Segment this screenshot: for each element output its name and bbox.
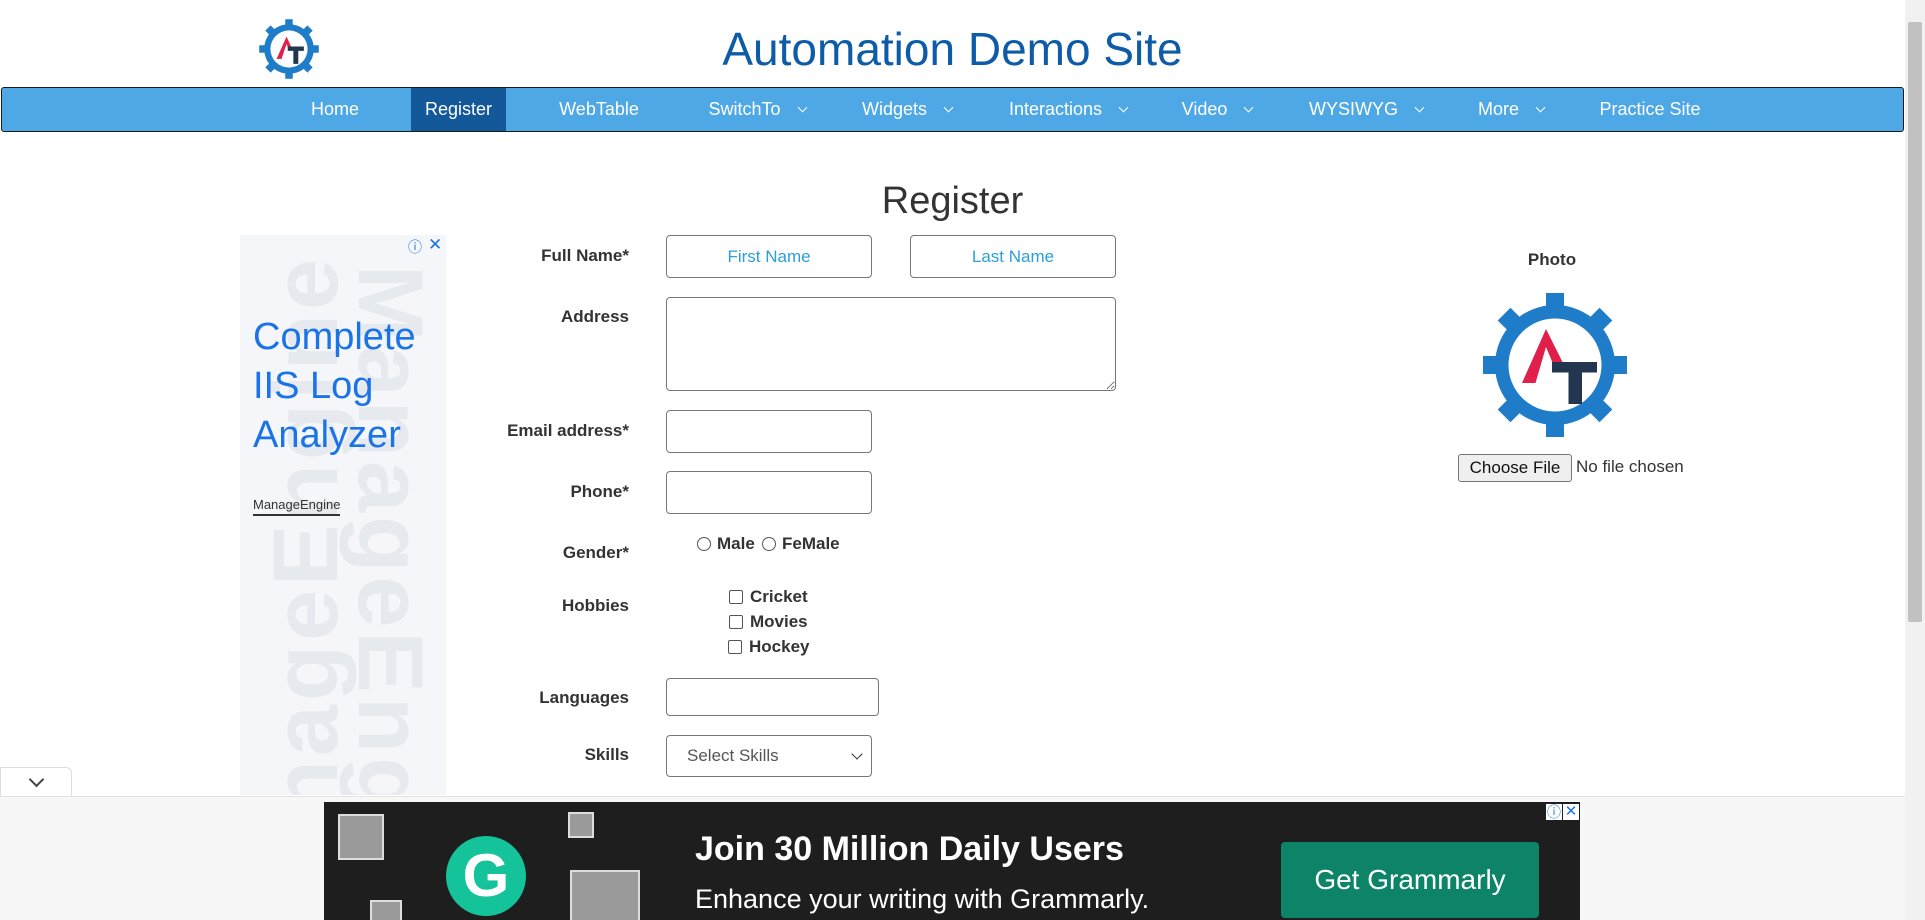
phone-input[interactable] [666, 471, 872, 514]
nav-video-label: Video [1181, 99, 1228, 119]
side-ad[interactable]: ManageEngine ManageEngine Complete IIS L… [240, 235, 446, 795]
avatar-image [570, 870, 640, 920]
ad-close-icon[interactable]: ✕ [428, 235, 442, 255]
banner-subtext: Enhance your writing with Grammarly. [695, 884, 1150, 914]
nav-switchto-label: SwitchTo [708, 99, 781, 119]
nav-webtable-label: WebTable [559, 99, 639, 119]
ad-brand[interactable]: ManageEngine [253, 497, 341, 516]
avatar-image [568, 812, 594, 838]
skills-label: Skills [584, 745, 629, 764]
nav-webtable[interactable]: WebTable [550, 88, 648, 131]
nav-more[interactable]: More [1472, 88, 1550, 131]
first-name-input[interactable] [666, 235, 872, 278]
site-title: Automation Demo Site [722, 23, 1183, 75]
hobbies-label: Hobbies [561, 596, 629, 615]
nav-switchto[interactable]: SwitchTo [698, 88, 816, 131]
languages-multiselect[interactable] [666, 678, 879, 716]
full-name-label: Full Name* [541, 246, 629, 265]
grammarly-banner-ad[interactable]: G Join 30 Million Daily Users Enhance yo… [324, 802, 1580, 920]
hobby-cricket-checkbox[interactable] [729, 590, 743, 604]
nav-practice-site[interactable]: Practice Site [1592, 88, 1708, 131]
avatar-image [338, 814, 384, 860]
nav-wysiwyg[interactable]: WYSIWYG [1302, 88, 1430, 131]
choose-file-button[interactable]: Choose File [1458, 454, 1572, 482]
banner-close-icon[interactable]: ✕ [1563, 804, 1579, 820]
languages-label: Languages [539, 688, 629, 707]
grammarly-logo: G [446, 836, 526, 916]
get-grammarly-button[interactable]: Get Grammarly [1281, 842, 1539, 918]
email-input[interactable] [666, 410, 872, 453]
nav-wysiwyg-label: WYSIWYG [1309, 99, 1398, 119]
hobby-movies-checkbox[interactable] [729, 615, 743, 629]
chevron-down-icon [1414, 102, 1425, 113]
skills-select-value: Select Skills [687, 746, 779, 765]
hobby-hockey-label: Hockey [749, 637, 810, 656]
address-label: Address [560, 307, 629, 326]
last-name-input[interactable] [910, 235, 1116, 278]
gender-label: Gender* [562, 543, 629, 562]
nav-interactions[interactable]: Interactions [1001, 88, 1135, 131]
main-nav: Home Register WebTable SwitchTo Widgets … [1, 87, 1904, 132]
nav-home-label: Home [310, 99, 359, 119]
page: Automation Demo Site Home Register WebTa… [0, 0, 1925, 920]
file-status: No file chosen [1576, 457, 1684, 476]
banner-headline: Join 30 Million Daily Users [695, 830, 1124, 868]
address-textarea[interactable] [666, 297, 1116, 391]
chevron-down-icon [1118, 102, 1129, 113]
avatar-image [370, 900, 402, 920]
gender-female-radio[interactable] [762, 537, 776, 551]
chevron-down-icon [797, 102, 807, 113]
skills-select[interactable]: Select Skills [666, 735, 872, 777]
chevron-down-icon [1535, 102, 1546, 113]
gender-male-radio[interactable] [697, 537, 711, 551]
chevron-down-icon [28, 771, 45, 788]
ad-info-icon[interactable]: ⓘ [408, 237, 422, 257]
hobby-movies-label: Movies [750, 612, 808, 631]
gender-female-label: FeMale [782, 534, 840, 553]
nav-video[interactable]: Video [1174, 88, 1260, 131]
chevron-down-icon [943, 102, 954, 113]
page-scrollbar[interactable] [1905, 0, 1925, 920]
ad-headline[interactable]: Complete IIS Log Analyzer [253, 313, 443, 460]
photo-preview [1483, 293, 1627, 437]
ad-collapse-tab[interactable] [0, 767, 72, 796]
scrollbar-thumb[interactable] [1908, 22, 1922, 622]
banner-info-icon[interactable]: ⓘ [1546, 804, 1562, 820]
nav-more-label: More [1477, 99, 1519, 119]
hobby-cricket-label: Cricket [750, 587, 808, 606]
hobby-hockey-checkbox[interactable] [728, 640, 742, 654]
email-label: Email address* [507, 421, 629, 440]
phone-label: Phone* [570, 482, 629, 501]
nav-practice-site-label: Practice Site [1599, 99, 1701, 119]
nav-register-label: Register [424, 99, 493, 119]
photo-label: Photo [1527, 250, 1577, 269]
nav-widgets-label: Widgets [861, 99, 928, 119]
page-title: Register [881, 180, 1024, 222]
chevron-down-icon [851, 748, 863, 760]
nav-interactions-label: Interactions [1008, 99, 1103, 119]
chevron-down-icon [1243, 102, 1254, 113]
nav-widgets[interactable]: Widgets [852, 88, 962, 131]
nav-home[interactable]: Home [292, 88, 378, 131]
nav-register[interactable]: Register [411, 88, 506, 131]
gender-male-label: Male [717, 534, 755, 553]
